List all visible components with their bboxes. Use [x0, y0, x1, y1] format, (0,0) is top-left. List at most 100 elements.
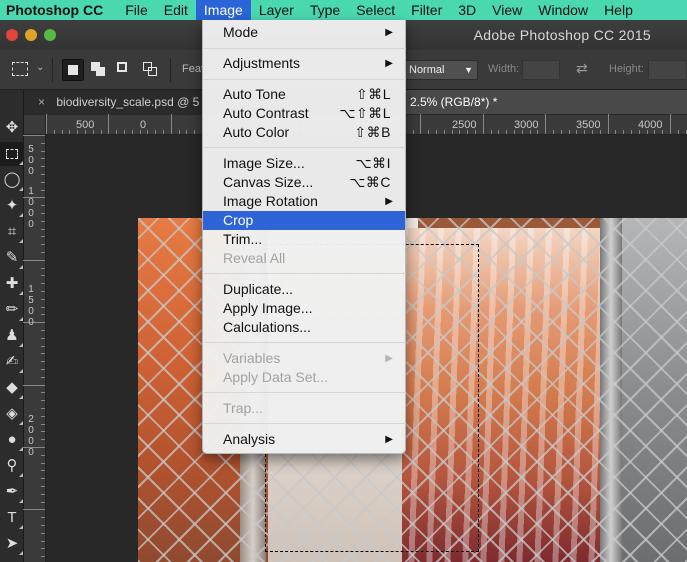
brush-icon[interactable]: ✏ — [0, 298, 24, 322]
minimize-window-button[interactable] — [25, 29, 37, 41]
menu-separator — [204, 48, 406, 49]
menu-item-crop[interactable]: Crop — [203, 211, 405, 230]
menu-help[interactable]: Help — [596, 0, 641, 20]
divider — [170, 58, 171, 82]
ruler-tick — [41, 548, 45, 549]
path-selection-icon[interactable]: ➤ — [0, 532, 24, 556]
menu-item-analysis[interactable]: Analysis ▶ — [203, 430, 405, 449]
ruler-origin[interactable] — [24, 115, 46, 135]
history-brush-icon[interactable]: ✍ — [0, 350, 24, 374]
ruler-tick — [41, 416, 45, 417]
menu-item-image-size[interactable]: Image Size... ⌥⌘I — [203, 154, 405, 173]
menu-item-trim[interactable]: Trim... — [203, 230, 405, 249]
menu-layer[interactable]: Layer — [251, 0, 302, 20]
chevron-down-icon[interactable]: ⌄ — [36, 62, 44, 73]
add-to-selection-button[interactable] — [88, 59, 110, 81]
shortcut-label: ⌥⌘I — [355, 155, 391, 171]
menu-item-apply-image[interactable]: Apply Image... — [203, 299, 405, 318]
ruler-tick — [41, 190, 45, 191]
ruler-tick — [41, 158, 45, 159]
tab-active-document[interactable]: 2.5% (RGB/8*) * — [404, 90, 687, 114]
menu-select[interactable]: Select — [348, 0, 403, 20]
vertical-ruler[interactable]: 500100015002000 — [23, 135, 46, 562]
menu-item-mode[interactable]: Mode ▶ — [203, 23, 405, 42]
submenu-arrow-icon: ▶ — [385, 58, 393, 69]
ruler-tick — [41, 369, 45, 370]
intersect-selection-button[interactable] — [140, 59, 162, 81]
eraser-icon[interactable]: ◆ — [0, 376, 24, 400]
style-select-value: Normal — [409, 64, 445, 76]
style-select[interactable]: Normal ▼ — [404, 60, 478, 80]
ruler-label: 0 — [28, 197, 34, 208]
menu-edit[interactable]: Edit — [156, 0, 196, 20]
menu-item-apply-data-set[interactable]: Apply Data Set... — [203, 368, 405, 387]
ruler-tick — [124, 130, 125, 134]
ruler-tick — [41, 494, 45, 495]
blur-icon[interactable]: ● — [0, 428, 24, 452]
menu-item-auto-contrast[interactable]: Auto Contrast ⌥⇧⌘L — [203, 104, 405, 123]
ruler-label: 0 — [28, 447, 34, 458]
ruler-tick — [545, 114, 546, 134]
new-selection-button[interactable] — [62, 59, 84, 81]
rect-marquee-preset-icon[interactable] — [12, 62, 28, 76]
width-input[interactable] — [522, 60, 560, 80]
ruler-tick — [41, 377, 45, 378]
menu-3d[interactable]: 3D — [450, 0, 484, 20]
menu-window[interactable]: Window — [530, 0, 596, 20]
clone-stamp-icon[interactable]: ♟ — [0, 324, 24, 348]
ruler-tick — [41, 533, 45, 534]
lasso-icon[interactable]: ◯ — [0, 168, 24, 192]
ruler-tick — [41, 221, 45, 222]
menu-type[interactable]: Type — [302, 0, 348, 20]
type-icon[interactable]: T — [0, 506, 24, 530]
ruler-tick — [41, 525, 45, 526]
menu-image[interactable]: Image — [195, 0, 251, 20]
ruler-tick — [491, 130, 492, 134]
menu-item-variables[interactable]: Variables ▶ — [203, 349, 405, 368]
ruler-label: 1 — [28, 186, 34, 197]
ruler-tick — [436, 130, 437, 134]
crop-icon[interactable]: ⌗ — [0, 220, 24, 244]
menu-item-adjustments[interactable]: Adjustments ▶ — [203, 54, 405, 73]
close-window-button[interactable] — [6, 29, 18, 41]
menu-view[interactable]: View — [484, 0, 530, 20]
ruler-tick — [41, 439, 45, 440]
ruler-label: 3500 — [576, 119, 601, 131]
ruler-label: 3000 — [514, 119, 539, 131]
swap-width-height-icon[interactable]: ⇄ — [576, 60, 588, 77]
pen-icon[interactable]: ✒ — [0, 480, 24, 504]
menu-item-reveal-all[interactable]: Reveal All — [203, 249, 405, 268]
menu-file[interactable]: File — [117, 0, 156, 20]
eyedropper-icon[interactable]: ✎ — [0, 246, 24, 270]
menu-item-trap[interactable]: Trap... — [203, 399, 405, 418]
rect-marquee-icon[interactable] — [0, 142, 24, 166]
healing-brush-icon[interactable]: ✚ — [0, 272, 24, 296]
menu-item-image-rotation[interactable]: Image Rotation ▶ — [203, 192, 405, 211]
ruler-tick — [444, 130, 445, 134]
ruler-tick — [41, 541, 45, 542]
ruler-tick — [41, 431, 45, 432]
paint-bucket-icon[interactable]: ◈ — [0, 402, 24, 426]
ruler-tick — [569, 130, 570, 134]
menu-item-calculations[interactable]: Calculations... — [203, 318, 405, 337]
close-icon[interactable]: × — [38, 95, 45, 109]
ruler-tick — [163, 130, 164, 134]
app-menu-photoshop[interactable]: Photoshop CC — [0, 2, 117, 18]
dodge-icon[interactable]: ⚲ — [0, 454, 24, 478]
ruler-tick — [561, 130, 562, 134]
zoom-window-button[interactable] — [44, 29, 56, 41]
ruler-tick — [41, 392, 45, 393]
ruler-label: 2 — [28, 414, 34, 425]
ruler-tick — [41, 244, 45, 245]
menu-item-auto-tone[interactable]: Auto Tone ⇧⌘L — [203, 85, 405, 104]
menu-item-duplicate[interactable]: Duplicate... — [203, 280, 405, 299]
subtract-from-selection-button[interactable] — [114, 59, 136, 81]
menu-filter[interactable]: Filter — [403, 0, 450, 20]
menu-item-auto-color[interactable]: Auto Color ⇧⌘B — [203, 123, 405, 142]
move-icon[interactable]: ✥ — [0, 116, 24, 140]
ruler-tick — [41, 556, 45, 557]
magic-wand-icon[interactable]: ✦ — [0, 194, 24, 218]
height-input[interactable] — [648, 60, 687, 80]
ruler-tick — [41, 502, 45, 503]
menu-item-canvas-size[interactable]: Canvas Size... ⌥⌘C — [203, 173, 405, 192]
